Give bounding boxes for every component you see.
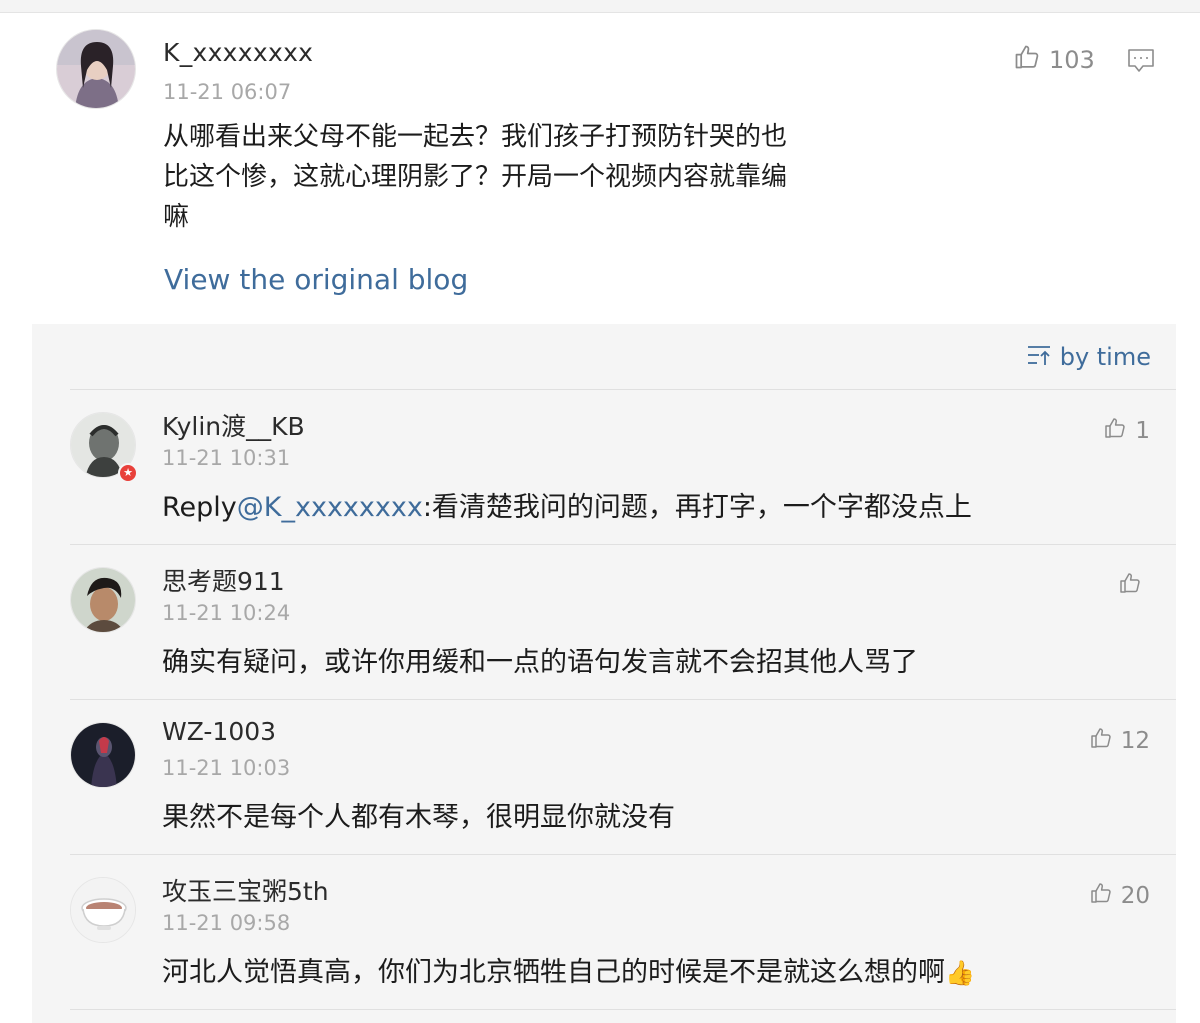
avatar[interactable]	[70, 722, 136, 788]
comment-body: 从哪看出来父母不能一起去？我们孩子打预防针哭的也 比这个惨，这就心理阴影了？开局…	[163, 117, 863, 237]
like-button[interactable]: 1	[1103, 416, 1150, 446]
like-count: 12	[1120, 728, 1150, 754]
timestamp: 11-21 09:58	[162, 911, 291, 935]
avatar[interactable]	[70, 567, 136, 633]
like-button[interactable]	[1118, 571, 1150, 601]
reply-item: 思考题911 11-21 10:24 确实有疑问，或许你用缓和一点的语句发言就不…	[32, 545, 1176, 699]
top-divider	[0, 0, 1200, 13]
like-count: 20	[1120, 883, 1150, 909]
reply-item: WZ-1003 11-21 10:03 果然不是每个人都有木琴，很明显你就没有 …	[32, 700, 1176, 854]
like-button[interactable]: 20	[1089, 881, 1150, 911]
comment-line: 比这个惨，这就心理阴影了？开局一个视频内容就靠编	[163, 162, 788, 192]
timestamp: 11-21 10:31	[162, 446, 291, 470]
timestamp: 11-21 06:07	[163, 80, 292, 104]
sort-label: by time	[1059, 343, 1151, 371]
thumbs-up-icon	[1103, 416, 1127, 446]
reply-text: 确实有疑问，或许你用缓和一点的语句发言就不会招其他人骂了	[162, 647, 918, 678]
thumbs-up-emoji: 👍	[945, 959, 975, 987]
sort-by-time-button[interactable]: by time	[1026, 343, 1151, 371]
reply-item: 攻玉三宝粥5th 11-21 09:58 河北人觉悟真高，你们为北京牺牲自己的时…	[32, 855, 1176, 1009]
thumbs-up-icon	[1089, 881, 1113, 911]
reply-prefix: Reply	[162, 492, 237, 523]
username[interactable]: 攻玉三宝粥5th	[162, 872, 329, 908]
reply-text: 河北人觉悟真高，你们为北京牺牲自己的时候是不是就这么想的啊👍	[162, 950, 975, 989]
reply-content: 河北人觉悟真高，你们为北京牺牲自己的时候是不是就这么想的啊	[162, 957, 945, 988]
avatar[interactable]	[56, 29, 136, 109]
sort-icon	[1026, 343, 1052, 371]
username[interactable]: K_xxxxxxxx	[163, 38, 313, 67]
reply-text: 果然不是每个人都有木琴，很明显你就没有	[162, 802, 675, 833]
avatar[interactable]	[70, 877, 136, 943]
timestamp: 11-21 10:24	[162, 601, 291, 625]
thumbs-up-icon	[1118, 571, 1142, 601]
reply-text: Reply@K_xxxxxxxx:看清楚我问的问题，再打字，一个字都没点上	[162, 485, 972, 524]
view-original-blog-link[interactable]: View the original blog	[164, 263, 468, 296]
timestamp: 11-21 10:03	[162, 756, 291, 780]
replies-panel: by time ★ Kylin渡__KB 11-21 10:31 Reply@K…	[32, 324, 1176, 1023]
like-button[interactable]: 12	[1089, 726, 1150, 756]
mention-link[interactable]: @K_xxxxxxxx	[237, 492, 423, 523]
main-comment: K_xxxxxxxx 11-21 06:07 从哪看出来父母不能一起去？我们孩子…	[0, 14, 1200, 324]
like-count: 103	[1049, 46, 1095, 74]
thumbs-up-icon	[1013, 43, 1041, 77]
username[interactable]: Kylin渡__KB	[162, 407, 305, 443]
thumbs-up-icon	[1089, 726, 1113, 756]
like-count: 1	[1135, 418, 1150, 444]
comment-icon[interactable]	[1127, 48, 1155, 74]
divider	[70, 1009, 1176, 1010]
comment-line: 嘛	[163, 202, 190, 232]
like-button[interactable]: 103	[1013, 44, 1095, 76]
reply-content: :看清楚我问的问题，再打字，一个字都没点上	[422, 492, 972, 523]
reply-item: ★ Kylin渡__KB 11-21 10:31 Reply@K_xxxxxxx…	[32, 390, 1176, 544]
verified-badge-icon: ★	[118, 463, 138, 483]
username[interactable]: WZ-1003	[162, 717, 276, 746]
comment-line: 从哪看出来父母不能一起去？我们孩子打预防针哭的也	[163, 122, 788, 152]
username[interactable]: 思考题911	[162, 562, 285, 598]
